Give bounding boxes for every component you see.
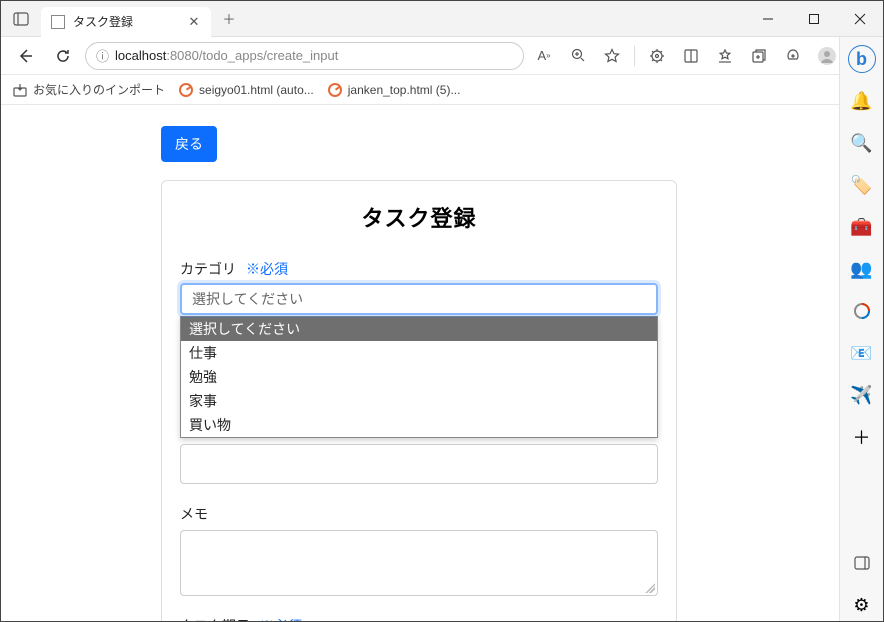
refresh-button[interactable] [47,40,79,72]
close-icon[interactable]: ✕ [187,15,201,29]
import-favorites[interactable]: お気に入りのインポート [13,81,165,98]
url-input[interactable]: ⓘ localhost:8080/todo_apps/create_input [85,42,524,70]
bookmark-item-1[interactable]: seigyo01.html (auto... [179,83,314,97]
settings-sidebar-icon[interactable]: ⚙ [846,589,878,621]
deadline-label: タスク期日 [180,616,250,621]
profile-icon[interactable] [813,42,841,70]
dropdown-option[interactable]: 選択してください [181,317,657,341]
category-detail-input[interactable] [180,444,658,484]
minimize-button[interactable] [745,1,791,37]
memo-label-row: メモ [180,504,658,524]
required-badge: ※必須 [260,616,302,621]
category-label-row: カテゴリ ※必須 [180,259,658,279]
deadline-label-row: タスク期日 ※必須 [180,616,658,621]
new-tab-button[interactable]: ＋ [215,5,243,33]
page-icon [328,83,342,97]
maximize-button[interactable] [791,1,837,37]
dropdown-option[interactable]: 家事 [181,389,657,413]
back-button[interactable] [9,40,41,72]
extensions-icon[interactable] [643,42,671,70]
search-sidebar-icon[interactable]: 🔍 [846,127,878,159]
category-value: 選択してください [192,289,303,309]
page-content: 戻る タスク登録 カテゴリ ※必須 選択してください 選択してください 仕事 勉… [1,106,839,621]
games-icon[interactable]: 👥 [846,253,878,285]
shopping-icon[interactable]: 🏷️ [846,169,878,201]
address-bar: ⓘ localhost:8080/todo_apps/create_input … [1,37,883,75]
dropdown-option[interactable]: 仕事 [181,341,657,365]
collections-icon[interactable] [745,42,773,70]
memo-label: メモ [180,504,208,524]
outlook-icon[interactable]: 📧 [846,337,878,369]
zoom-icon[interactable] [564,42,592,70]
category-label: カテゴリ [180,259,236,279]
favorite-icon[interactable] [598,42,626,70]
close-window-button[interactable] [837,1,883,37]
divider [634,46,635,66]
required-badge: ※必須 [246,259,288,279]
tab-title: タスク登録 [73,13,179,30]
bookmark-label: seigyo01.html (auto... [199,83,314,97]
dropdown-option[interactable]: 勉強 [181,365,657,389]
office-icon[interactable] [846,295,878,327]
browser-tab[interactable]: タスク登録 ✕ [41,7,211,37]
add-sidebar-icon[interactable]: ＋ [846,421,878,453]
tab-actions-icon[interactable] [9,7,33,31]
tools-icon[interactable]: 🧰 [846,211,878,243]
site-info-icon[interactable]: ⓘ [96,46,109,65]
performance-icon[interactable] [779,42,807,70]
import-icon [13,83,27,97]
back-page-button[interactable]: 戻る [161,126,217,162]
send-icon[interactable]: ✈️ [846,379,878,411]
sidebar-toggle-icon[interactable] [846,547,878,579]
task-form-card: タスク登録 カテゴリ ※必須 選択してください 選択してください 仕事 勉強 家… [161,180,677,621]
category-dropdown: 選択してください 仕事 勉強 家事 買い物 [180,316,658,438]
edge-sidebar: b 🔔 🔍 🏷️ 🧰 👥 📧 ✈️ ＋ ⚙ [839,37,883,621]
bing-icon: b [848,45,876,73]
read-aloud-icon[interactable]: A» [530,42,558,70]
page-title: タスク登録 [180,201,658,233]
bookmark-item-2[interactable]: janken_top.html (5)... [328,83,461,97]
bookmarks-bar: お気に入りのインポート seigyo01.html (auto... janke… [1,75,883,105]
bookmark-label: janken_top.html (5)... [348,83,461,97]
window-controls [745,1,883,37]
memo-textarea[interactable] [180,530,658,596]
titlebar: タスク登録 ✕ ＋ [1,1,883,37]
dropdown-option[interactable]: 買い物 [181,413,657,437]
import-label: お気に入りのインポート [33,81,165,98]
file-icon [51,15,65,29]
notification-icon[interactable]: 🔔 [846,85,878,117]
url-text: localhost:8080/todo_apps/create_input [115,48,513,63]
page-icon [179,83,193,97]
category-select[interactable]: 選択してください [180,283,658,315]
reading-list-icon[interactable] [677,42,705,70]
favorites-bar-icon[interactable] [711,42,739,70]
bing-chat-button[interactable]: b [846,43,878,75]
